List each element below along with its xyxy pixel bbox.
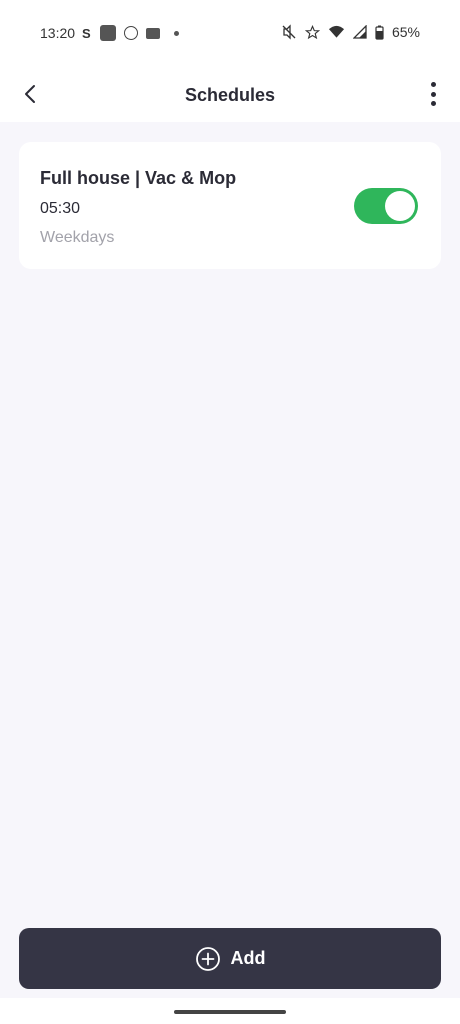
app-square-icon	[100, 25, 116, 41]
more-options-button[interactable]	[426, 80, 440, 108]
s-app-icon: S	[82, 25, 91, 41]
status-bar: 13:20 S 65%	[0, 0, 460, 66]
more-dot-icon	[430, 101, 436, 106]
schedule-card[interactable]: Full house | Vac & Mop 05:30 Weekdays	[19, 142, 441, 269]
top-app-bar: Schedules	[0, 66, 460, 122]
add-schedule-button[interactable]: Add	[19, 928, 441, 989]
home-indicator[interactable]	[174, 1010, 286, 1014]
battery-icon	[375, 25, 384, 40]
wifi-icon	[328, 25, 345, 38]
schedule-time: 05:30	[40, 200, 81, 217]
more-dot-icon	[430, 91, 436, 97]
status-time: 13:20	[40, 25, 76, 41]
signal-icon	[352, 25, 367, 39]
battery-percent: 65%	[391, 24, 420, 40]
status-right-icons: 65%	[281, 24, 420, 40]
card-icon	[146, 27, 160, 39]
circle-icon	[124, 26, 138, 40]
notification-dot-icon	[174, 30, 179, 36]
star-icon	[304, 24, 320, 39]
add-circle-icon	[195, 946, 220, 971]
status-left-icons: S	[82, 25, 179, 41]
schedule-enable-toggle[interactable]	[354, 188, 418, 224]
schedule-days: Weekdays	[40, 229, 115, 246]
toggle-knob	[385, 191, 415, 221]
navigation-bar	[0, 998, 460, 1024]
mute-icon	[282, 24, 296, 40]
add-button-label: Add	[230, 948, 266, 968]
schedule-title: Full house | Vac & Mop	[40, 168, 237, 188]
page-title: Schedules	[184, 85, 276, 105]
more-dot-icon	[430, 82, 436, 87]
